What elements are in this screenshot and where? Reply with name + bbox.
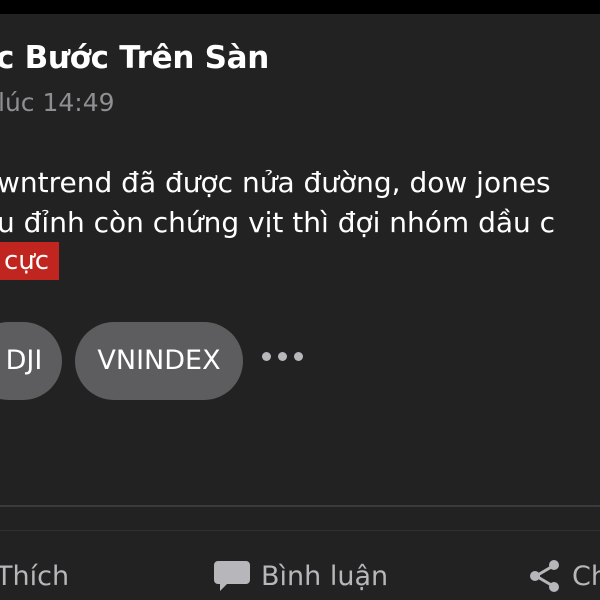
comment-bubble-icon bbox=[213, 559, 251, 593]
share-icon bbox=[528, 559, 562, 593]
like-button[interactable]: Thích bbox=[0, 556, 69, 596]
post-text-line: wntrend đã được nửa đường, dow jones bbox=[0, 166, 551, 199]
dot bbox=[294, 352, 303, 361]
more-horizontal-icon[interactable] bbox=[262, 352, 303, 368]
tag-vnindex[interactable]: VNINDEX bbox=[75, 322, 243, 400]
dot bbox=[278, 352, 287, 361]
share-label: Ch bbox=[572, 560, 600, 592]
highlighted-text: cực bbox=[0, 242, 60, 280]
like-label: Thích bbox=[0, 560, 70, 592]
comment-button[interactable]: Bình luận bbox=[213, 556, 388, 596]
divider bbox=[0, 530, 600, 531]
author-name[interactable]: c Bước Trên Sàn bbox=[0, 40, 269, 76]
post-time: lúc 14:49 bbox=[0, 88, 115, 117]
post-text-line: u đỉnh còn chứng vịt thì đợi nhóm dầu c bbox=[0, 206, 556, 239]
divider bbox=[0, 505, 600, 507]
post-body: wntrend đã được nửa đường, dow jones u đ… bbox=[0, 163, 555, 243]
top-bar bbox=[0, 0, 600, 14]
post-screen: c Bước Trên Sàn lúc 14:49 wntrend đã đượ… bbox=[0, 0, 600, 600]
share-button[interactable]: Ch bbox=[528, 556, 600, 596]
comment-label: Bình luận bbox=[261, 560, 389, 592]
dot bbox=[262, 352, 271, 361]
